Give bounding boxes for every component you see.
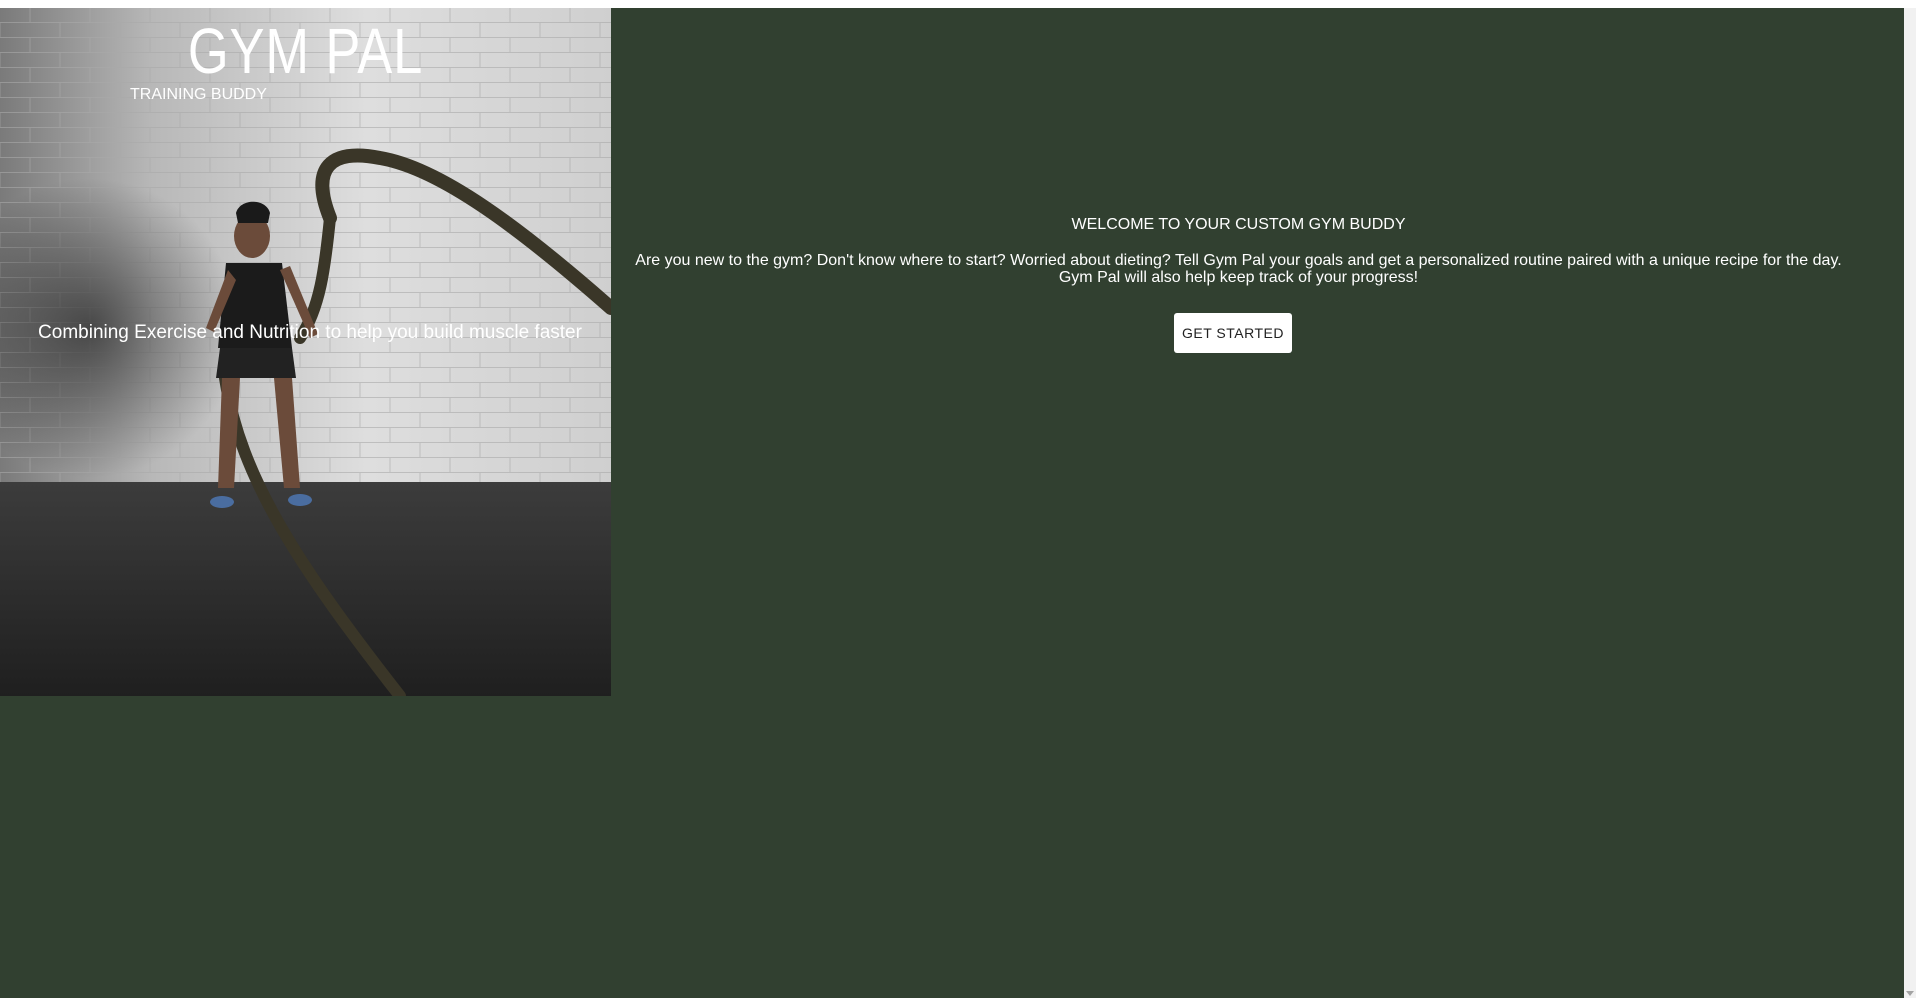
landing-page: GYM PAL TRAINING BUDDY Combining Exercis… [0,8,1904,998]
brand-title: GYM PAL [187,15,424,87]
vertical-scrollbar[interactable] [1904,8,1916,998]
get-started-button[interactable]: GET STARTED [1174,313,1292,353]
welcome-description: Are you new to the gym? Don't know where… [611,252,1866,286]
welcome-section: WELCOME TO YOUR CUSTOM GYM BUDDY Are you… [611,8,1904,998]
welcome-heading: WELCOME TO YOUR CUSTOM GYM BUDDY [1071,216,1406,233]
welcome-description-line-1: Are you new to the gym? Don't know where… [635,252,1842,269]
welcome-description-line-2: Gym Pal will also help keep track of you… [1058,269,1419,286]
hero-panel: GYM PAL TRAINING BUDDY Combining Exercis… [0,8,611,696]
hero-tagline: Combining Exercise and Nutrition to help… [38,322,582,343]
brand-subtitle: TRAINING BUDDY [130,86,267,103]
scroll-down-arrow-icon[interactable] [1906,991,1914,996]
browser-top-edge [0,0,1916,8]
hero-photo [0,8,611,696]
